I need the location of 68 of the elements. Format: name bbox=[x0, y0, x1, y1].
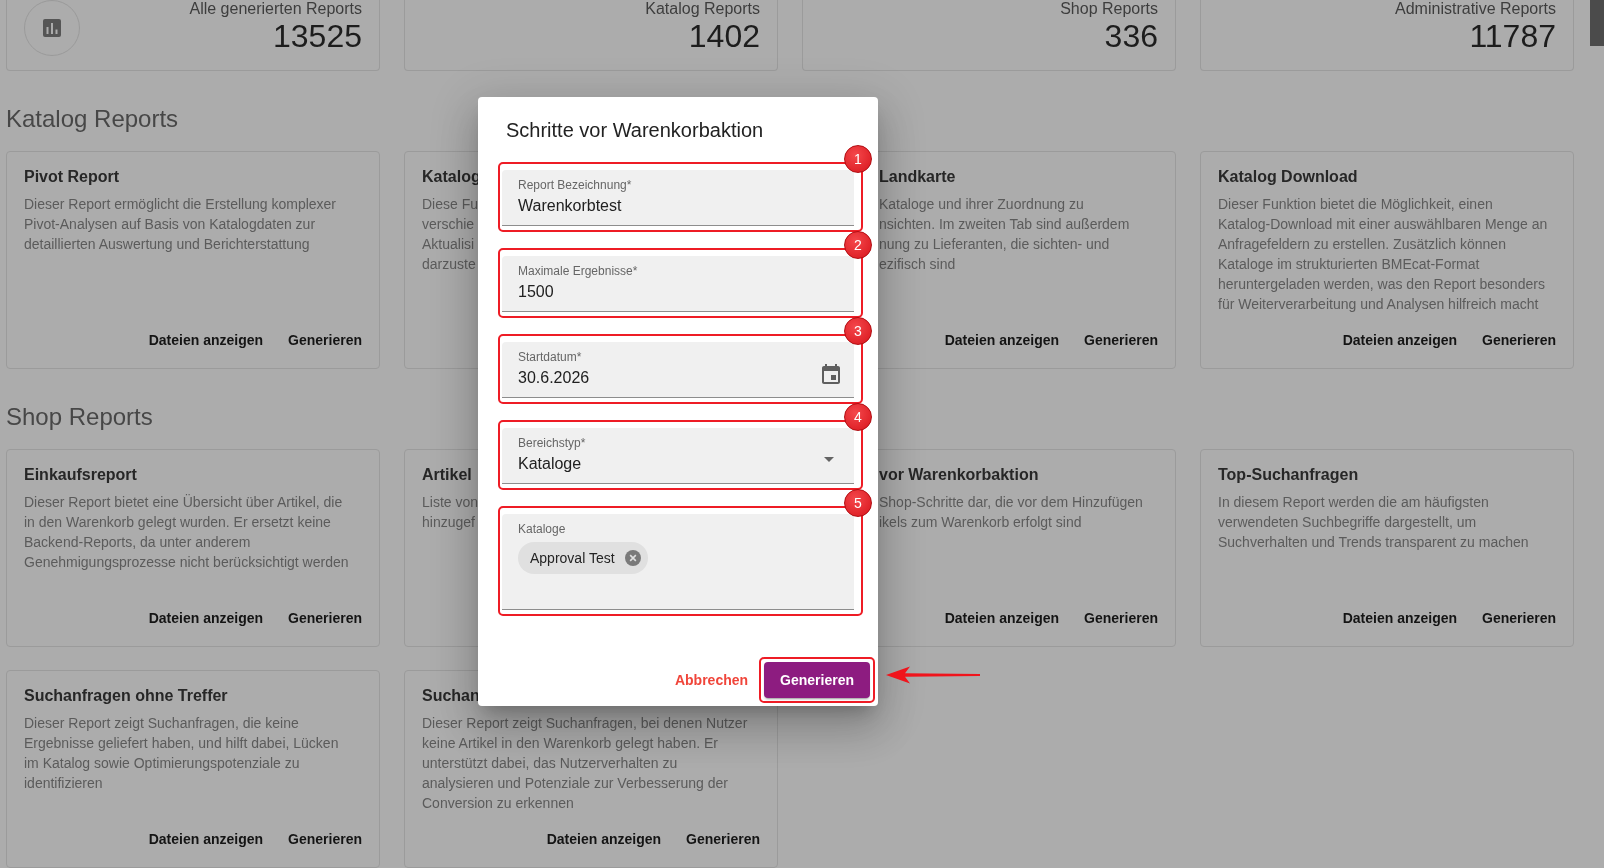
stat-label: Shop Reports bbox=[1060, 0, 1158, 18]
card-title: vor Warenkorbaktion bbox=[879, 465, 1039, 485]
generate-button[interactable]: Generieren bbox=[1474, 322, 1564, 358]
select-field[interactable]: Bereichstyp* Kataloge bbox=[502, 428, 854, 484]
field-label: Startdatum* bbox=[518, 350, 582, 364]
card-title: Einkaufsreport bbox=[24, 465, 137, 485]
card-description: Dieser Report zeigt Suchanfragen, bei denen Nutzer keine Artikel in den Warenkorb gelegt haben. Er unterstützt dabei, das Nutzerverhalten zu analysieren und Potenziale zur Verbesserung der Conversion zu erkennen bbox=[422, 714, 748, 813]
generate-button[interactable]: Generieren bbox=[678, 821, 768, 857]
card-title: Suchanfragen ohne Treffer bbox=[24, 686, 228, 706]
stat-value: 336 bbox=[1104, 18, 1158, 54]
step-badge: 4 bbox=[844, 403, 872, 431]
card-description: Dieser Report zeigt Suchanfragen, die keine Ergebnisse geliefert haben, und hilft dabei, Lücken im Katalog sowie Optimierungspotenziale zu identifizieren bbox=[24, 714, 339, 793]
caret-icon[interactable] bbox=[824, 457, 834, 462]
card-description: In diesem Report werden die am häufigsten verwendeten Suchbegriffe dargestellt, um Suchverhalten und Trends transparent zu machen bbox=[1218, 493, 1529, 552]
dialog-title: Schritte vor Warenkorbaktion bbox=[505, 118, 765, 143]
card-title: Artikel bbox=[422, 465, 472, 485]
view-files-button[interactable]: Dateien anzeigen bbox=[538, 821, 670, 857]
generate-button[interactable]: Generieren bbox=[764, 662, 870, 698]
card-description: Diese Fu verschie Aktualisi darzuste bbox=[422, 195, 479, 274]
generate-button[interactable]: Generieren bbox=[280, 600, 370, 636]
generate-button[interactable]: Generieren bbox=[1076, 322, 1166, 358]
step-badge: 2 bbox=[844, 231, 872, 259]
date-field[interactable]: Startdatum* 30.6.2026 bbox=[502, 342, 854, 398]
card-description: Liste von hinzugef bbox=[422, 493, 479, 532]
stat-label: Katalog Reports bbox=[645, 0, 760, 18]
calendar-icon[interactable] bbox=[822, 363, 840, 384]
chips-field[interactable]: Kataloge Approval Test bbox=[502, 514, 854, 610]
chip[interactable]: Approval Test bbox=[518, 542, 648, 574]
generate-button[interactable]: Generieren bbox=[1474, 600, 1564, 636]
step-badge: 1 bbox=[844, 145, 872, 173]
view-files-button[interactable]: Dateien anzeigen bbox=[140, 600, 272, 636]
view-files-button[interactable]: Dateien anzeigen bbox=[140, 322, 272, 358]
field-label: Maximale Ergebnisse* bbox=[518, 264, 638, 278]
view-files-button[interactable]: Dateien anzeigen bbox=[936, 600, 1068, 636]
field-label: Kataloge bbox=[518, 522, 566, 536]
text-field[interactable]: Maximale Ergebnisse* 1500 bbox=[502, 256, 854, 312]
stat-value: 1402 bbox=[688, 18, 760, 54]
section-heading: Katalog Reports bbox=[6, 104, 179, 134]
step-badge: 3 bbox=[844, 317, 872, 345]
card-description: Dieser Report bietet eine Übersicht über Artikel, die in den Warenkorb gelegt wurden. Er ersetzt keine Backend-Reports, da unter anderem Genehmigungsprozesse nicht berücksichtigt werden bbox=[24, 493, 349, 572]
card-title: Suchan bbox=[422, 686, 480, 706]
section-heading: Shop Reports bbox=[6, 402, 153, 432]
card-title: Top-Suchanfragen bbox=[1218, 465, 1359, 485]
card-title: Landkarte bbox=[879, 167, 956, 187]
card-description: Dieser Report ermöglicht die Erstellung komplexer Pivot-Analysen auf Basis von Katalogdaten zur detaillierten Auswertung und Berichterstattung bbox=[24, 195, 337, 254]
text-field[interactable]: Report Bezeichnung* Warenkorbtest bbox=[502, 170, 854, 226]
view-files-button[interactable]: Dateien anzeigen bbox=[936, 322, 1068, 358]
card-description: Dieser Funktion bietet die Möglichkeit, einen Katalog-Download mit einer auswählbaren Menge an Anfragefeldern zu erstellen. Zusätzlich können Kataloge im strukturierten BMEcat-Format heruntergeladen werden, was den Report besonders für Weiterverarbeitung und Analysen hilfreich macht bbox=[1218, 195, 1548, 314]
stat-value: 11787 bbox=[1469, 18, 1556, 54]
stat-label: Administrative Reports bbox=[1395, 0, 1556, 18]
generate-button[interactable]: Generieren bbox=[280, 322, 370, 358]
card-title: Katalog Download bbox=[1218, 167, 1358, 187]
field-label: Report Bezeichnung* bbox=[518, 178, 632, 192]
generate-button[interactable]: Generieren bbox=[280, 821, 370, 857]
card-description: Shop-Schritte dar, die vor dem Hinzufügen ikels zum Warenkorb erfolgt sind bbox=[879, 493, 1143, 532]
cancel-button[interactable]: Abbrechen bbox=[666, 662, 757, 698]
field-label: Bereichstyp* bbox=[518, 436, 586, 450]
close-icon[interactable] bbox=[624, 550, 641, 566]
view-files-button[interactable]: Dateien anzeigen bbox=[1334, 322, 1466, 358]
card-title: Pivot Report bbox=[24, 167, 120, 187]
card-description: Kataloge und ihrer Zuordnung zu nsichten. Im zweiten Tab sind außerdem nung zu Lieferanten, die sichten- und ezifisch sind bbox=[879, 195, 1130, 274]
step-badge: 5 bbox=[844, 489, 872, 517]
generate-button[interactable]: Generieren bbox=[1076, 600, 1166, 636]
scrollbar-thumb[interactable] bbox=[1590, 0, 1604, 46]
view-files-button[interactable]: Dateien anzeigen bbox=[140, 821, 272, 857]
stat-label: Alle generierten Reports bbox=[189, 0, 362, 18]
stat-value: 13525 bbox=[273, 18, 362, 54]
view-files-button[interactable]: Dateien anzeigen bbox=[1334, 600, 1466, 636]
